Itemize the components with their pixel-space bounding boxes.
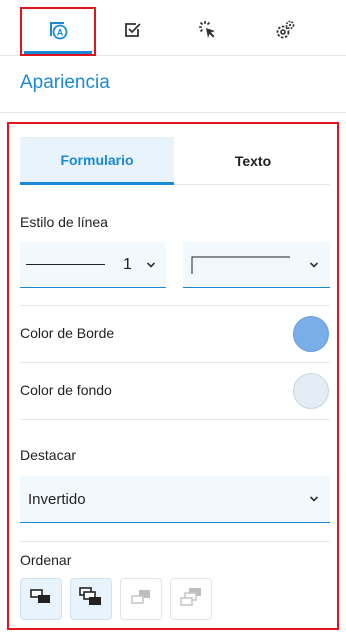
line-type-sample-icon: [191, 256, 291, 281]
tool-appearance[interactable]: A: [21, 8, 95, 56]
top-toolbar: A: [0, 0, 346, 56]
line-style-label: Estilo de línea: [20, 214, 108, 230]
background-color-label: Color de fondo: [20, 382, 112, 398]
send-backward-button[interactable]: [70, 578, 112, 620]
border-color-swatch[interactable]: [293, 316, 329, 352]
tool-settings[interactable]: [248, 8, 322, 56]
bring-forward-icon: [130, 588, 152, 611]
highlight-select[interactable]: Invertido: [20, 476, 330, 523]
bring-forward-button[interactable]: [120, 578, 162, 620]
line-sample-icon: [26, 264, 105, 265]
divider: [20, 541, 330, 542]
divider: [20, 305, 330, 306]
tool-checks[interactable]: [96, 8, 170, 56]
send-to-back-icon: [30, 588, 52, 611]
send-to-back-button[interactable]: [20, 578, 62, 620]
bring-to-front-icon: [179, 587, 203, 612]
divider: [20, 362, 330, 363]
section-title: Apariencia: [20, 72, 110, 93]
line-type-select[interactable]: [183, 242, 330, 288]
highlight-select-value: Invertido: [28, 491, 86, 508]
tab-formulario[interactable]: Formulario: [20, 137, 174, 185]
background-color-swatch[interactable]: [293, 373, 329, 409]
order-label: Ordenar: [20, 552, 72, 568]
send-backward-icon: [79, 586, 103, 612]
tool-actions[interactable]: [171, 8, 245, 56]
tab-texto[interactable]: Texto: [176, 137, 330, 185]
divider: [20, 419, 330, 420]
bring-to-front-button[interactable]: [170, 578, 212, 620]
svg-text:A: A: [57, 27, 64, 37]
chevron-down-icon: [309, 494, 319, 504]
tab-bar: Formulario Texto: [20, 137, 330, 185]
checkbox-icon: [123, 20, 143, 45]
divider: [0, 112, 346, 113]
border-color-label: Color de Borde: [20, 325, 115, 341]
chevron-down-icon: [146, 260, 156, 270]
highlight-label: Destacar: [20, 447, 77, 463]
line-width-select[interactable]: 1: [20, 242, 166, 288]
gears-icon: [274, 19, 296, 46]
line-width-value: 1: [123, 256, 132, 273]
click-icon: [197, 19, 219, 46]
chevron-down-icon: [309, 260, 319, 270]
appearance-icon: A: [47, 19, 69, 46]
